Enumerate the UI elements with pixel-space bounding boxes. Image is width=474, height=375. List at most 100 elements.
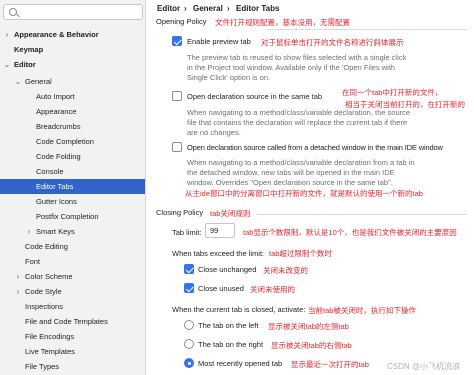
sidebar-item-label: Keymap — [14, 45, 44, 54]
sidebar-item-postfix-completion[interactable]: Postfix Completion — [0, 209, 145, 224]
sidebar-item-font[interactable]: Font — [0, 254, 145, 269]
open-same-tab-description: When navigating to a method/class/variab… — [187, 108, 411, 117]
sidebar-item-editor[interactable]: ⌄ Editor — [0, 57, 145, 72]
close-unchanged-label[interactable]: Close unchanged — [198, 265, 256, 274]
open-detached-label[interactable]: Open declaration source called from a de… — [187, 143, 443, 152]
opening-policy-annotation: 文件打开规则配置，基本没用，无需配置 — [215, 18, 350, 27]
sidebar-item-code-style[interactable]: › Code Style — [0, 284, 145, 299]
tab-limit-label: Tab limit: — [172, 228, 202, 237]
sidebar-item-label: Live Templates — [25, 347, 75, 356]
close-unused-label[interactable]: Close unused — [198, 284, 244, 293]
sidebar-item-auto-import[interactable]: Auto Import — [0, 89, 145, 104]
sidebar-item-label: Smart Keys — [36, 227, 75, 236]
enable-preview-tab-checkbox[interactable] — [172, 36, 182, 46]
breadcrumb-separator: › — [227, 4, 230, 13]
csdn-watermark: CSDN @小飞机流浪 — [387, 362, 461, 371]
close-unused-checkbox[interactable] — [184, 283, 194, 293]
sidebar-item-general[interactable]: ⌄ General — [0, 74, 145, 89]
sidebar-item-label: Appearance & Behavior — [14, 30, 99, 39]
exceed-limit-annotation: tab超过限制个数时 — [269, 249, 332, 258]
most-recent-tab-radio[interactable] — [184, 358, 194, 368]
sidebar-item-label: Postfix Completion — [36, 212, 99, 221]
most-recent-tab-label[interactable]: Most recently opened tab — [198, 359, 282, 368]
sidebar-item-editor-tabs[interactable]: Editor Tabs — [0, 179, 145, 194]
tab-left-radio[interactable] — [184, 320, 194, 330]
chevron-down-icon[interactable]: ⌄ — [3, 57, 11, 72]
closing-policy-title: Closing Policy — [156, 208, 204, 217]
tab-right-radio[interactable] — [184, 339, 194, 349]
tab-closed-annotation: 当前tab被关闭时，执行如下操作 — [308, 306, 416, 315]
sidebar-item-label: Appearance — [36, 107, 77, 116]
sidebar-item-label: File Encodings — [25, 332, 75, 341]
sidebar-item-label: Editor Tabs — [36, 182, 74, 191]
sidebar-item-code-editing[interactable]: Code Editing — [0, 239, 145, 254]
sidebar-item-inspections[interactable]: Inspections — [0, 299, 145, 314]
close-unused-annotation: 关闭未使用的 — [250, 285, 295, 294]
open-detached-checkbox[interactable] — [172, 142, 182, 152]
sidebar-item-file-types[interactable]: File Types — [0, 359, 145, 374]
open-same-tab-label[interactable]: Open declaration source in the same tab — [187, 92, 322, 101]
settings-search-input[interactable] — [3, 4, 143, 20]
exceed-limit-label: When tabs exceed the limit: — [172, 249, 265, 258]
sidebar-item-console[interactable]: Console — [0, 164, 145, 179]
divider — [257, 214, 467, 215]
sidebar-item-appearance-behavior[interactable]: › Appearance & Behavior — [0, 27, 145, 42]
close-unchanged-annotation: 关闭未改变的 — [263, 266, 308, 275]
sidebar-item-smart-keys[interactable]: › Smart Keys — [0, 224, 145, 239]
chevron-right-icon[interactable]: › — [14, 269, 22, 284]
sidebar-item-code-completion[interactable]: Code Completion — [0, 134, 145, 149]
sidebar-item-keymap[interactable]: Keymap — [0, 42, 145, 57]
chevron-right-icon[interactable]: › — [3, 27, 11, 42]
chevron-right-icon[interactable]: › — [14, 284, 22, 299]
sidebar-item-label: Font — [25, 257, 41, 266]
tab-right-label[interactable]: The tab on the right — [198, 340, 263, 349]
sidebar-item-color-scheme[interactable]: › Color Scheme — [0, 269, 145, 284]
open-same-tab-checkbox[interactable] — [172, 91, 182, 101]
sidebar-item-label: Code Style — [25, 287, 62, 296]
sidebar-item-file-code-templates[interactable]: File and Code Templates — [0, 314, 145, 329]
close-unchanged-checkbox[interactable] — [184, 264, 194, 274]
search-icon — [9, 8, 17, 16]
enable-preview-annotation: 对于鼠标单击打开的文件名称进行斜体展示 — [261, 38, 404, 47]
sidebar-item-appearance[interactable]: Appearance — [0, 104, 145, 119]
sidebar-item-label: General — [25, 77, 52, 86]
sidebar-item-label: Inspections — [25, 302, 63, 311]
sidebar-item-gutter-icons[interactable]: Gutter Icons — [0, 194, 145, 209]
open-detached-annotation: 从主ide窗口中的分离窗口中打开新的文件，就是默认的使用一个新的tab — [185, 189, 423, 198]
opening-policy-title: Opening Policy — [156, 17, 207, 26]
sidebar-item-code-folding[interactable]: Code Folding — [0, 149, 145, 164]
sidebar-item-file-encodings[interactable]: File Encodings — [0, 329, 145, 344]
enable-preview-tab-label[interactable]: Enable preview tab — [187, 37, 251, 46]
sidebar-item-label: Code Completion — [36, 137, 94, 146]
breadcrumb-editor[interactable]: Editor — [157, 4, 180, 13]
tab-left-label[interactable]: The tab on the left — [198, 321, 258, 330]
sidebar-item-live-templates[interactable]: Live Templates — [0, 344, 145, 359]
settings-sidebar: › Appearance & Behavior Keymap ⌄ Editor … — [0, 0, 146, 375]
sidebar-item-label: Gutter Icons — [36, 197, 77, 206]
chevron-right-icon[interactable]: › — [25, 224, 33, 239]
sidebar-item-label: Breadcrumbs — [36, 122, 81, 131]
sidebar-item-breadcrumbs[interactable]: Breadcrumbs — [0, 119, 145, 134]
closing-policy-annotation: tab关闭规则 — [210, 209, 251, 218]
tab-closed-label: When the current tab is closed, activate… — [172, 305, 306, 314]
most-recent-tab-annotation: 显示最近一次打开的tab — [291, 360, 369, 369]
tab-right-annotation: 显示被关闭tab的右侧tab — [271, 341, 352, 350]
settings-content: Editor › General › Editor Tabs Opening P… — [147, 0, 474, 375]
enable-preview-description: Single Click' option is on. — [187, 73, 271, 82]
open-detached-description: When navigating to a method/class/variab… — [187, 158, 415, 167]
tab-limit-annotation: tab显示个数限制，默认是10个，也是我们文件被关闭的主要原因 — [243, 228, 457, 237]
breadcrumb-general[interactable]: General — [193, 4, 223, 13]
open-same-tab-description: file that contains the declaration will … — [187, 118, 408, 127]
breadcrumb-separator: › — [184, 4, 187, 13]
tab-limit-value: 99 — [210, 226, 219, 235]
sidebar-item-label: Code Editing — [25, 242, 68, 251]
chevron-down-icon[interactable]: ⌄ — [14, 74, 22, 89]
sidebar-item-label: Editor — [14, 60, 36, 69]
sidebar-item-label: Console — [36, 167, 64, 176]
tab-limit-input[interactable]: 99 — [205, 223, 235, 238]
open-detached-description: window. Overrides "Open declaration sour… — [187, 178, 393, 187]
enable-preview-description: in the Project tool window. Available on… — [187, 63, 396, 72]
open-same-tab-annotation: 在同一个tab中打开新的文件， — [342, 88, 443, 97]
sidebar-item-label: File and Code Templates — [25, 317, 108, 326]
open-same-tab-description: are no changes. — [187, 128, 241, 137]
